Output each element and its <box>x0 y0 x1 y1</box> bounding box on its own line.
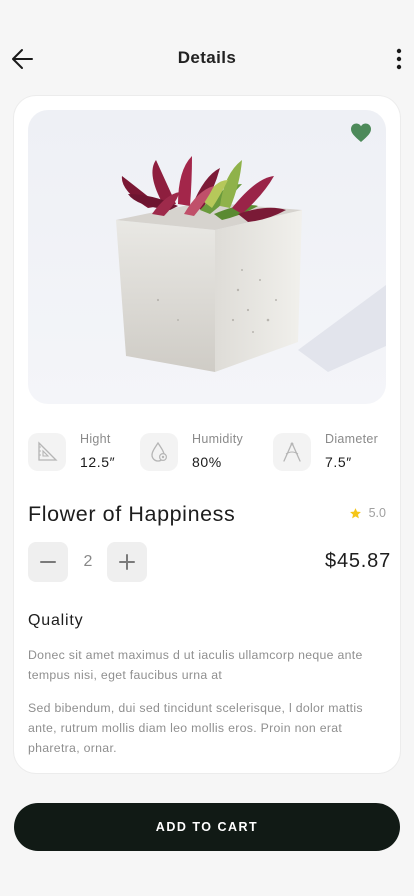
rating-value: 5.0 <box>368 506 386 520</box>
product-card: Hight 12.5″ Humidity 80% Diameter 7.5″ F… <box>14 96 400 773</box>
quantity-value: 2 <box>83 553 93 570</box>
spec-label: Humidity <box>192 432 244 446</box>
page-title: Details <box>177 48 237 67</box>
quality-paragraph: Sed bibendum, dui sed tincidunt sceleris… <box>28 701 363 755</box>
spec-value: 12.5″ <box>80 454 116 470</box>
product-name: Flower of Happiness <box>28 502 236 526</box>
star-icon <box>349 507 361 518</box>
spec-list: Hight 12.5″ Humidity 80% Diameter 7.5″ <box>28 432 400 476</box>
minus-icon[interactable] <box>28 542 68 582</box>
quantity-stepper: 2 <box>28 542 148 582</box>
rating: 5.0 <box>349 506 386 520</box>
quality-paragraph: Donec sit amet maximus d ut iaculis ulla… <box>28 648 363 682</box>
spec-label: Hight <box>80 432 111 446</box>
spec-label: Diameter <box>325 432 379 446</box>
plus-icon[interactable] <box>107 542 147 582</box>
quality-title: Quality <box>28 612 84 629</box>
set-square-icon <box>28 433 66 471</box>
succulent-in-concrete-pot-image <box>28 110 386 404</box>
heart-shape <box>351 123 371 142</box>
price: $45.87 <box>325 550 391 572</box>
compass-icon <box>273 433 311 471</box>
water-drop-icon <box>140 433 178 471</box>
spec-value: 7.5″ <box>325 454 352 470</box>
add-to-cart-button[interactable]: ADD TO CART <box>14 803 400 851</box>
top-bar: Details <box>0 40 414 76</box>
more-vertical-icon[interactable] <box>392 46 406 72</box>
heart-icon[interactable] <box>350 122 372 144</box>
spec-value: 80% <box>192 454 222 470</box>
